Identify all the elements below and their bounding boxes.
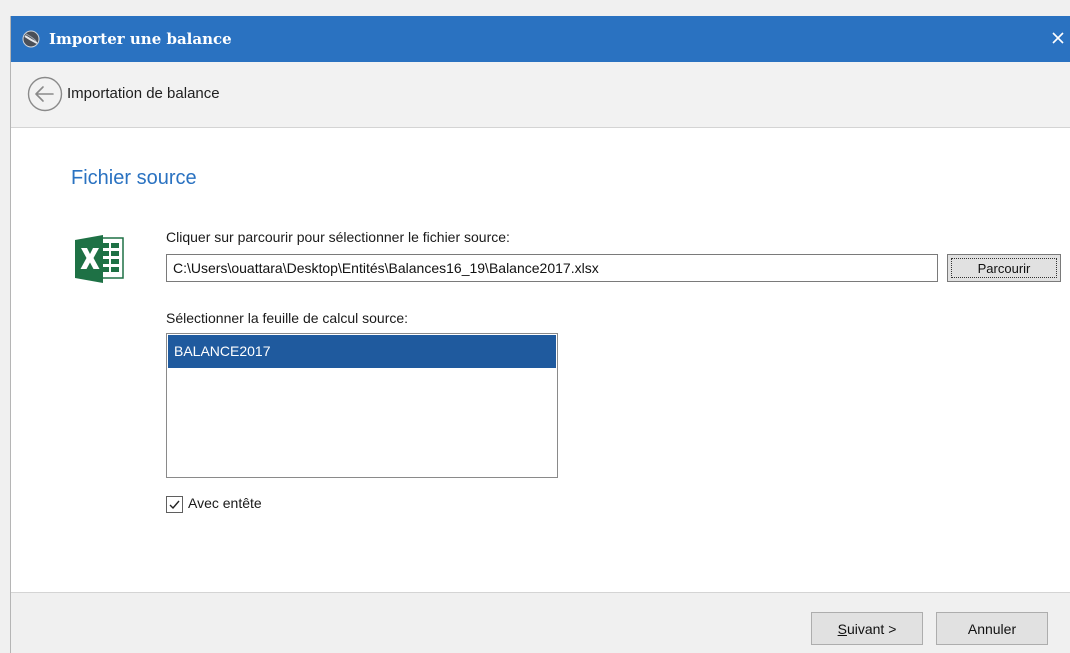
browse-label: Parcourir [951, 258, 1057, 278]
file-label: Cliquer sur parcourir pour sélectionner … [166, 229, 510, 245]
section-title: Fichier source [71, 167, 197, 189]
next-label: uivant > [846, 620, 897, 637]
nav-bar: Importation de balance [11, 62, 1070, 128]
with-header-label[interactable]: Avec entête [188, 495, 262, 511]
next-button[interactable]: Suivant > [811, 612, 923, 645]
nav-title: Importation de balance [67, 85, 220, 102]
with-header-checkbox[interactable] [166, 496, 183, 513]
window-title: Importer une balance [49, 30, 232, 48]
import-dialog: Importer une balance Importation de bala… [10, 16, 1070, 653]
checkmark-icon [169, 500, 180, 510]
dialog-footer: Suivant > Annuler [11, 592, 1070, 653]
app-logo-icon [22, 30, 40, 48]
cancel-button[interactable]: Annuler [936, 612, 1048, 645]
sheet-listbox[interactable]: BALANCE2017 [166, 333, 558, 478]
excel-icon [75, 235, 124, 283]
sheet-label: Sélectionner la feuille de calcul source… [166, 310, 409, 326]
title-bar: Importer une balance [11, 16, 1070, 62]
close-icon[interactable] [1048, 28, 1068, 48]
back-arrow-icon[interactable] [27, 76, 63, 112]
source-file-path-input[interactable] [166, 254, 938, 282]
next-mnemonic: S [837, 620, 847, 637]
browse-button[interactable]: Parcourir [947, 254, 1061, 282]
sheet-list-item[interactable]: BALANCE2017 [168, 335, 556, 368]
